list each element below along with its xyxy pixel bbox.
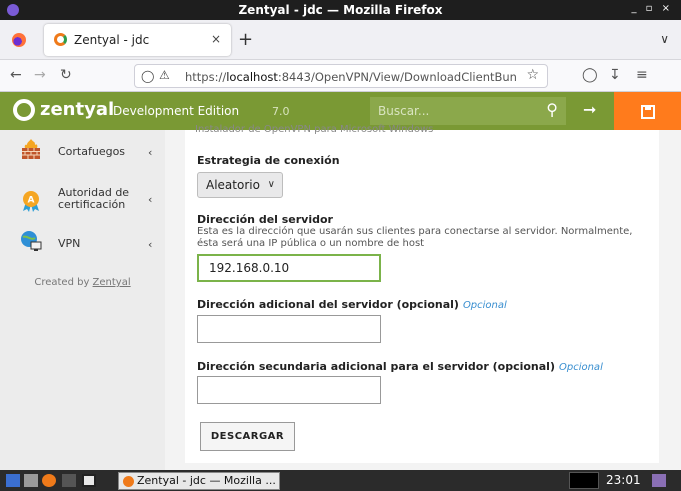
- chevron-left-icon: ‹: [148, 238, 153, 251]
- sidebar-item-vpn[interactable]: VPN ‹: [0, 226, 165, 266]
- download-button[interactable]: DESCARGAR: [200, 422, 295, 451]
- taskbar: Zentyal - jdc — Mozilla ... 23:01: [0, 470, 681, 491]
- brand-name[interactable]: zentyal: [40, 99, 114, 120]
- chevron-left-icon: ‹: [148, 193, 153, 206]
- credit-text: Created by Zentyal: [34, 277, 131, 288]
- version-label: 7.0: [272, 105, 290, 118]
- zentyal-logo-icon: [13, 99, 35, 121]
- desktop-icon[interactable]: [6, 474, 20, 487]
- file-manager-icon[interactable]: [24, 474, 38, 487]
- downloads-icon[interactable]: ↧: [609, 67, 621, 83]
- zentyal-favicon-icon: [54, 33, 67, 46]
- server-address-field[interactable]: [197, 254, 381, 282]
- tab-close-icon[interactable]: ×: [211, 32, 221, 46]
- browser-tab[interactable]: Zentyal - jdc ×: [44, 24, 231, 56]
- tab-strip: Zentyal - jdc × + ∨: [0, 20, 681, 60]
- zentyal-launcher-icon[interactable]: [42, 474, 56, 487]
- firefox-icon[interactable]: [12, 33, 26, 47]
- sidebar-item-firewall[interactable]: Cortafuegos ‹: [0, 134, 165, 174]
- chevron-left-icon: ‹: [148, 146, 153, 159]
- back-icon[interactable]: ←: [10, 67, 22, 83]
- tray-icon[interactable]: [652, 474, 666, 487]
- save-icon: [641, 105, 655, 119]
- sidebar-item-label: Cortafuegos: [58, 145, 126, 158]
- terminal-icon[interactable]: [62, 474, 76, 487]
- shield-icon[interactable]: ◯: [141, 69, 154, 83]
- sidebar: Cortafuegos ‹ A Autoridad de certificaci…: [0, 130, 165, 470]
- main-content: Instalador de OpenVPN para Microsoft Win…: [165, 124, 681, 470]
- server-address-label: Dirección del servidor: [197, 213, 333, 226]
- previous-field-text: Instalador de OpenVPN para Microsoft Win…: [195, 124, 434, 135]
- secondary-address-field[interactable]: [197, 376, 381, 404]
- svg-text:A: A: [28, 196, 35, 206]
- server-address-help: Esta es la dirección que usarán sus clie…: [197, 226, 633, 249]
- logout-icon[interactable]: ➞: [583, 100, 596, 119]
- window-title: Zentyal - jdc — Mozilla Firefox: [238, 3, 443, 17]
- sidebar-item-label: VPN: [58, 237, 81, 250]
- chevron-down-icon[interactable]: ∨: [660, 32, 669, 46]
- search-input[interactable]: Buscar... ⚲: [370, 97, 566, 125]
- window-titlebar: Zentyal - jdc — Mozilla Firefox _ ▫ ×: [0, 0, 681, 20]
- edition-label: Development Edition: [113, 104, 240, 118]
- additional-address-label: Dirección adicional del servidor (opcion…: [197, 298, 507, 311]
- optional-tag: Opcional: [462, 300, 507, 311]
- strategy-label: Estrategia de conexión: [197, 154, 340, 167]
- strategy-select[interactable]: Aleatorio ∨: [197, 172, 283, 198]
- pocket-icon[interactable]: ◯: [582, 67, 598, 83]
- zentyal-link[interactable]: Zentyal: [93, 277, 131, 288]
- url-bar[interactable]: ◯ ⚠ https://localhost:8443/OpenVPN/View/…: [134, 64, 548, 88]
- navigation-bar: ← → ↻ ◯ ⚠ https://localhost:8443/OpenVPN…: [0, 60, 681, 92]
- chevron-down-icon: ∨: [267, 179, 275, 190]
- reload-icon[interactable]: ↻: [60, 67, 72, 83]
- secondary-address-label: Dirección secundaria adicional para el s…: [197, 360, 603, 373]
- search-placeholder: Buscar...: [378, 104, 430, 118]
- clock[interactable]: 23:01: [606, 473, 641, 487]
- additional-address-field[interactable]: [197, 315, 381, 343]
- vpn-icon: [21, 231, 42, 251]
- new-tab-button[interactable]: +: [238, 29, 253, 50]
- form-panel: Instalador de OpenVPN para Microsoft Win…: [185, 124, 659, 463]
- bookmark-star-icon[interactable]: ☆: [526, 67, 539, 83]
- zentyal-favicon-icon: [123, 476, 134, 487]
- firewall-icon: [22, 139, 40, 159]
- sidebar-item-certificate-authority[interactable]: A Autoridad de certificación ‹: [0, 180, 165, 224]
- certificate-icon: A: [23, 191, 39, 212]
- taskbar-task-label: Zentyal - jdc — Mozilla ...: [137, 474, 276, 487]
- lock-warning-icon[interactable]: ⚠: [159, 68, 170, 82]
- strategy-value: Aleatorio: [206, 178, 260, 192]
- search-icon[interactable]: ⚲: [546, 100, 558, 119]
- tab-title: Zentyal - jdc: [74, 33, 150, 47]
- cpu-graph-icon: [569, 472, 599, 489]
- window-icon[interactable]: [82, 474, 96, 487]
- menu-icon[interactable]: ≡: [636, 67, 648, 83]
- forward-icon[interactable]: →: [34, 67, 46, 83]
- optional-tag: Opcional: [558, 362, 603, 373]
- window-controls[interactable]: _ ▫ ×: [631, 3, 673, 14]
- url-text[interactable]: https://localhost:8443/OpenVPN/View/Down…: [185, 70, 520, 84]
- taskbar-firefox-window[interactable]: Zentyal - jdc — Mozilla ...: [118, 472, 280, 490]
